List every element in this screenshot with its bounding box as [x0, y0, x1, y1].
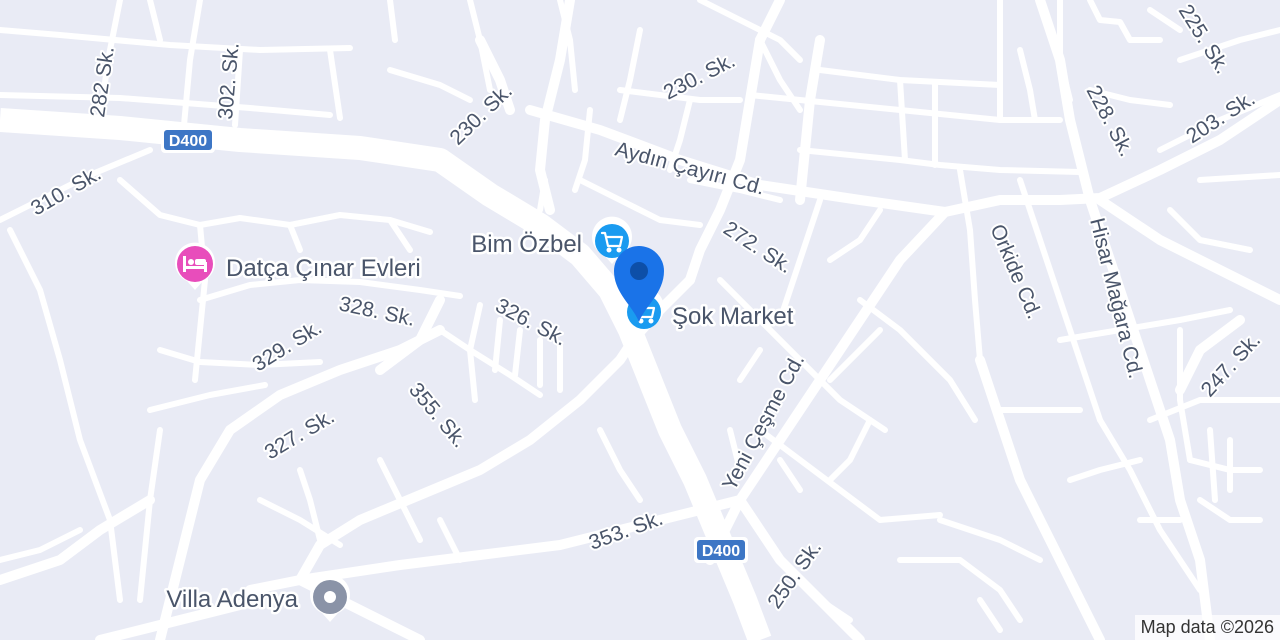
map-layer: D400 D400 282 Sk. 302. Sk. 310. Sk. 230.…: [0, 0, 1280, 640]
poi-label: Şok Market: [672, 303, 794, 330]
map-attribution: Map data ©2026: [1134, 615, 1280, 640]
shield-label: D400: [702, 543, 740, 560]
map-canvas[interactable]: D400 D400 282 Sk. 302. Sk. 310. Sk. 230.…: [0, 0, 1280, 640]
highway-shield-d400-south: D400: [694, 537, 748, 563]
poi-label: Villa Adenya: [166, 586, 298, 613]
highway-shield-d400-west: D400: [161, 127, 215, 153]
shield-label: D400: [169, 133, 207, 150]
place-icon: [324, 591, 336, 603]
poi-label: Datça Çınar Evleri: [226, 255, 421, 282]
poi-label: Bim Özbel: [471, 231, 582, 258]
